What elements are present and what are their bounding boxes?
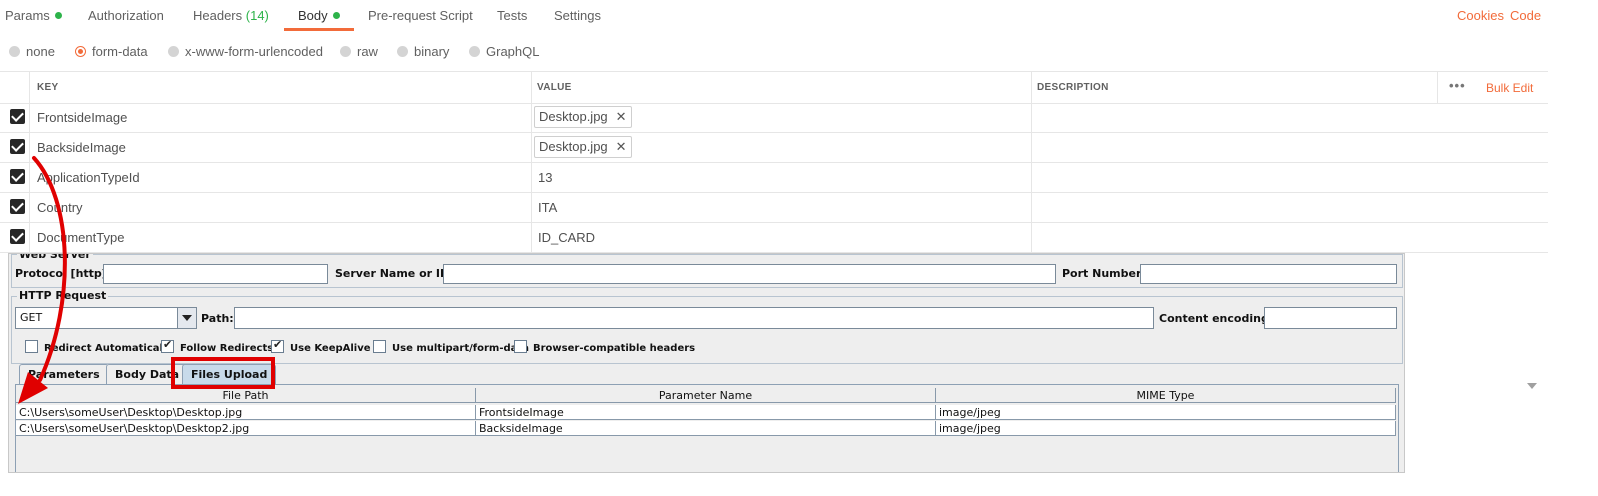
annotation-arrow	[18, 156, 67, 404]
